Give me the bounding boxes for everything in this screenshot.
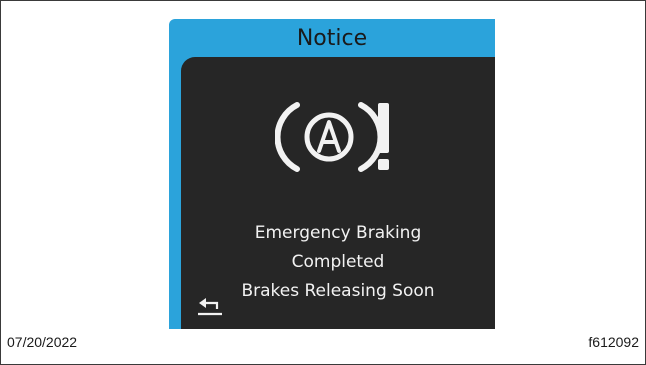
figure-id: f612092 <box>588 334 639 350</box>
message-line-3: Brakes Releasing Soon <box>241 281 435 301</box>
brake-assist-warning-icon <box>275 102 389 172</box>
cluster-display: Notice Emergency Braking Completed Brake… <box>169 19 495 329</box>
message-line-2: Completed <box>291 252 385 272</box>
message-line-1: Emergency Braking <box>254 223 422 243</box>
notice-title: Notice <box>296 26 368 51</box>
message-panel: Emergency Braking Completed Brakes Relea… <box>181 57 495 329</box>
back-arrow-icon[interactable] <box>197 297 223 317</box>
notice-message: Emergency Braking Completed Brakes Relea… <box>181 219 495 306</box>
figure-page: Notice Emergency Braking Completed Brake… <box>0 0 646 365</box>
figure-date: 07/20/2022 <box>7 334 78 350</box>
